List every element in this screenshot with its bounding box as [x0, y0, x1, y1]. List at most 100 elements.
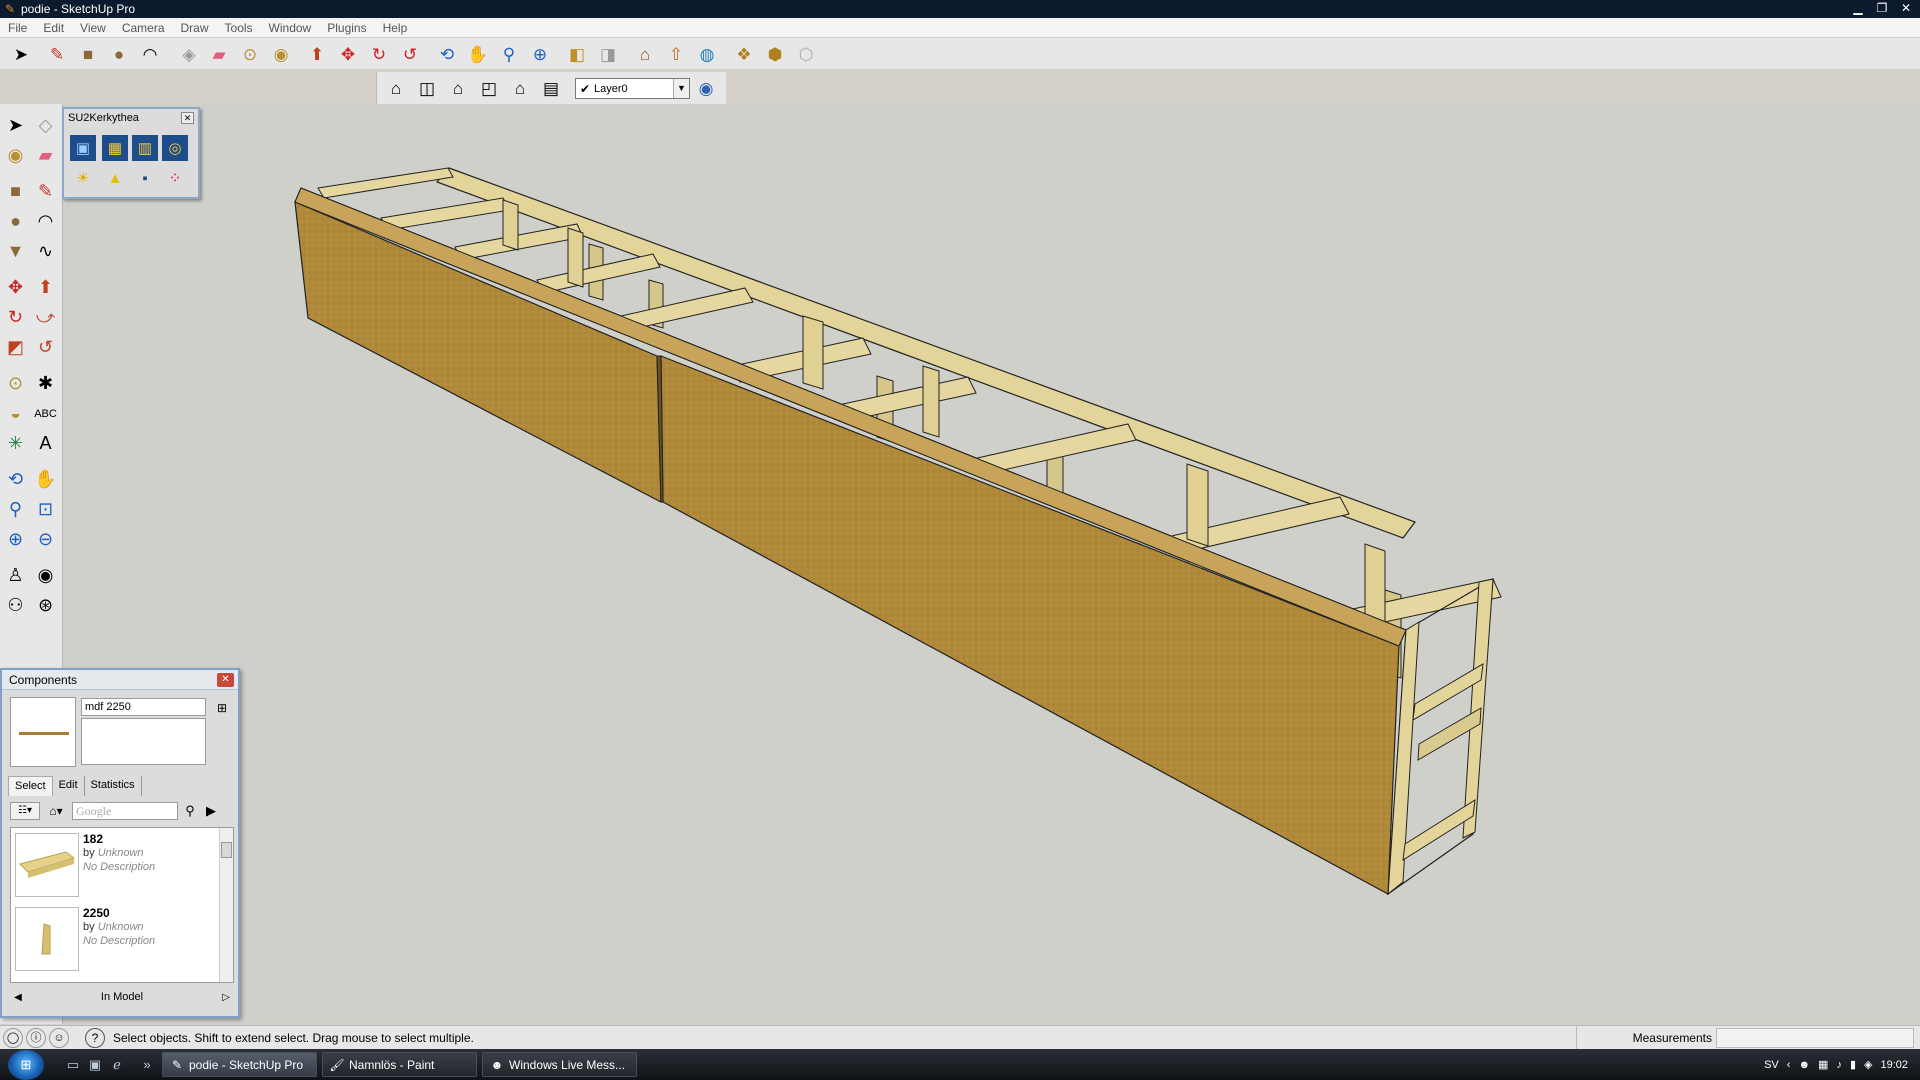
menu-tools[interactable]: Tools	[217, 21, 261, 35]
make-component-icon[interactable]: ◈	[176, 42, 202, 66]
right-view-icon[interactable]: ◰	[476, 76, 502, 100]
volume-icon[interactable]: ♪	[1836, 1059, 1842, 1071]
orbit-tool-icon[interactable]: ⟲	[434, 42, 460, 66]
move-tool-icon[interactable]: ✥	[335, 42, 361, 66]
sun-light-icon[interactable]: ☀	[70, 165, 96, 191]
zoom-tool-icon[interactable]: ⚲	[2, 496, 29, 523]
forward-arrow-icon[interactable]: ▷	[218, 992, 234, 1003]
select-tool-icon[interactable]: ➤	[2, 112, 29, 139]
look-around-icon[interactable]: ◉	[32, 562, 59, 589]
push-pull-icon[interactable]: ⬆	[32, 274, 59, 301]
language-indicator[interactable]: SV	[1764, 1059, 1779, 1071]
internet-explorer-icon[interactable]: ℯ	[108, 1056, 126, 1074]
google-earth-icon[interactable]: ◍	[694, 42, 720, 66]
menu-camera[interactable]: Camera	[114, 21, 173, 35]
components-search-input[interactable]: Google	[72, 802, 178, 820]
make-component-icon[interactable]: ◇	[32, 112, 59, 139]
forward-arrow-icon[interactable]: ▶	[202, 802, 220, 820]
rotate-tool-icon[interactable]: ↻	[2, 304, 29, 331]
push-pull-icon[interactable]: ⬆	[304, 42, 330, 66]
close-button[interactable]: ✕	[1896, 0, 1916, 16]
tab-edit[interactable]: Edit	[53, 776, 85, 796]
tape-measure-icon[interactable]: ⊙	[2, 370, 29, 397]
task-messenger[interactable]: ☻ Windows Live Mess...	[482, 1052, 637, 1077]
paint-bucket-icon[interactable]: ◉	[2, 142, 29, 169]
left-view-icon[interactable]: ▤	[538, 76, 564, 100]
tab-select[interactable]: Select	[8, 776, 53, 796]
menu-window[interactable]: Window	[261, 21, 320, 35]
line-tool-icon[interactable]: ✎	[32, 178, 59, 205]
component-description-field[interactable]	[81, 718, 206, 765]
export-model-icon[interactable]: ▣	[70, 135, 96, 161]
arc-tool-icon[interactable]: ◠	[137, 42, 163, 66]
clock[interactable]: 19:02	[1880, 1059, 1908, 1071]
previous-view-icon[interactable]: ⊖	[32, 526, 59, 553]
paint-bucket-icon[interactable]: ◉	[268, 42, 294, 66]
su2kerkythea-header[interactable]: SU2Kerkythea ✕	[64, 109, 198, 127]
colors-icon[interactable]: ⁘	[162, 165, 188, 191]
text-tool-icon[interactable]: ABC	[32, 400, 59, 427]
orbit-tool-icon[interactable]: ⟲	[2, 466, 29, 493]
circle-tool-icon[interactable]: ●	[2, 208, 29, 235]
layer-dropdown[interactable]: ✔ Layer0 ▼	[575, 78, 690, 99]
menu-help[interactable]: Help	[375, 21, 416, 35]
search-icon[interactable]: ⚲	[181, 802, 199, 820]
position-camera-icon[interactable]: ♙	[2, 562, 29, 589]
start-button[interactable]: ⊞	[8, 1050, 44, 1080]
scale-tool-icon[interactable]: ◩	[2, 334, 29, 361]
pan-tool-icon[interactable]: ✋	[32, 466, 59, 493]
component-name-field[interactable]: mdf 2250	[81, 698, 206, 716]
rotate-tool-icon[interactable]: ↻	[366, 42, 392, 66]
help-icon[interactable]: ?	[85, 1027, 105, 1048]
send-to-layout-icon[interactable]: ⬢	[762, 42, 788, 66]
dimension-tool-icon[interactable]: ✱	[32, 370, 59, 397]
share-model-icon[interactable]: ⇧	[663, 42, 689, 66]
iso-view-icon[interactable]: ⌂	[383, 76, 409, 100]
get-photo-texture-icon[interactable]: ❖	[731, 42, 757, 66]
previous-view-icon[interactable]: ◧	[564, 42, 590, 66]
close-icon[interactable]: ✕	[181, 112, 194, 124]
close-icon[interactable]: ✕	[217, 673, 234, 687]
messenger-tray-icon[interactable]: ☻	[1798, 1059, 1810, 1071]
render-settings-icon[interactable]: ◎	[162, 135, 188, 161]
material-icon[interactable]: ▪	[132, 165, 158, 191]
zoom-window-icon[interactable]: ⊡	[32, 496, 59, 523]
components-header[interactable]: Components ✕	[2, 670, 238, 690]
section-plane-icon[interactable]: ⊛	[32, 592, 59, 619]
menu-view[interactable]: View	[72, 21, 114, 35]
layer-manager-icon[interactable]: ◉	[693, 76, 719, 100]
follow-me-icon[interactable]: ⤻	[32, 304, 59, 331]
credits-icon[interactable]: ⓘ	[26, 1027, 46, 1048]
menu-draw[interactable]: Draw	[173, 21, 217, 35]
select-tool-icon[interactable]: ➤	[8, 42, 34, 66]
eraser-tool-icon[interactable]: ▰	[206, 42, 232, 66]
rectangle-tool-icon[interactable]: ■	[75, 42, 101, 66]
polygon-tool-icon[interactable]: ▼	[2, 238, 29, 265]
user-icon[interactable]: ☺	[49, 1027, 69, 1048]
axes-tool-icon[interactable]: ✳	[2, 430, 29, 457]
eraser-tool-icon[interactable]: ▰	[32, 142, 59, 169]
3d-text-tool-icon[interactable]: A	[32, 430, 59, 457]
network-icon[interactable]: ▦	[1818, 1058, 1828, 1071]
switch-windows-icon[interactable]: ▣	[86, 1056, 104, 1074]
zoom-tool-icon[interactable]: ⚲	[496, 42, 522, 66]
task-sketchup[interactable]: ✎ podie - SketchUp Pro	[162, 1052, 317, 1077]
protractor-tool-icon[interactable]: ◒	[2, 400, 29, 427]
scrollbar-thumb[interactable]	[221, 842, 232, 858]
front-view-icon[interactable]: ⌂	[445, 76, 471, 100]
top-view-icon[interactable]: ◫	[414, 76, 440, 100]
next-view-icon[interactable]: ◨	[595, 42, 621, 66]
measurements-input[interactable]	[1716, 1028, 1914, 1048]
walk-tool-icon[interactable]: ⚇	[2, 592, 29, 619]
back-view-icon[interactable]: ⌂	[507, 76, 533, 100]
chevron-down-icon[interactable]: ▼	[673, 79, 689, 98]
move-tool-icon[interactable]: ✥	[2, 274, 29, 301]
pan-tool-icon[interactable]: ✋	[465, 42, 491, 66]
list-item[interactable]: 2250 by Unknown No Description	[15, 904, 215, 974]
security-icon[interactable]: ◈	[1864, 1058, 1872, 1071]
task-paint[interactable]: 🖌 Namnlös - Paint	[322, 1052, 477, 1077]
export-animation-icon[interactable]: ▦	[102, 135, 128, 161]
menu-edit[interactable]: Edit	[35, 21, 72, 35]
get-models-icon[interactable]: ⌂	[632, 42, 658, 66]
show-desktop-icon[interactable]: ▭	[64, 1056, 82, 1074]
